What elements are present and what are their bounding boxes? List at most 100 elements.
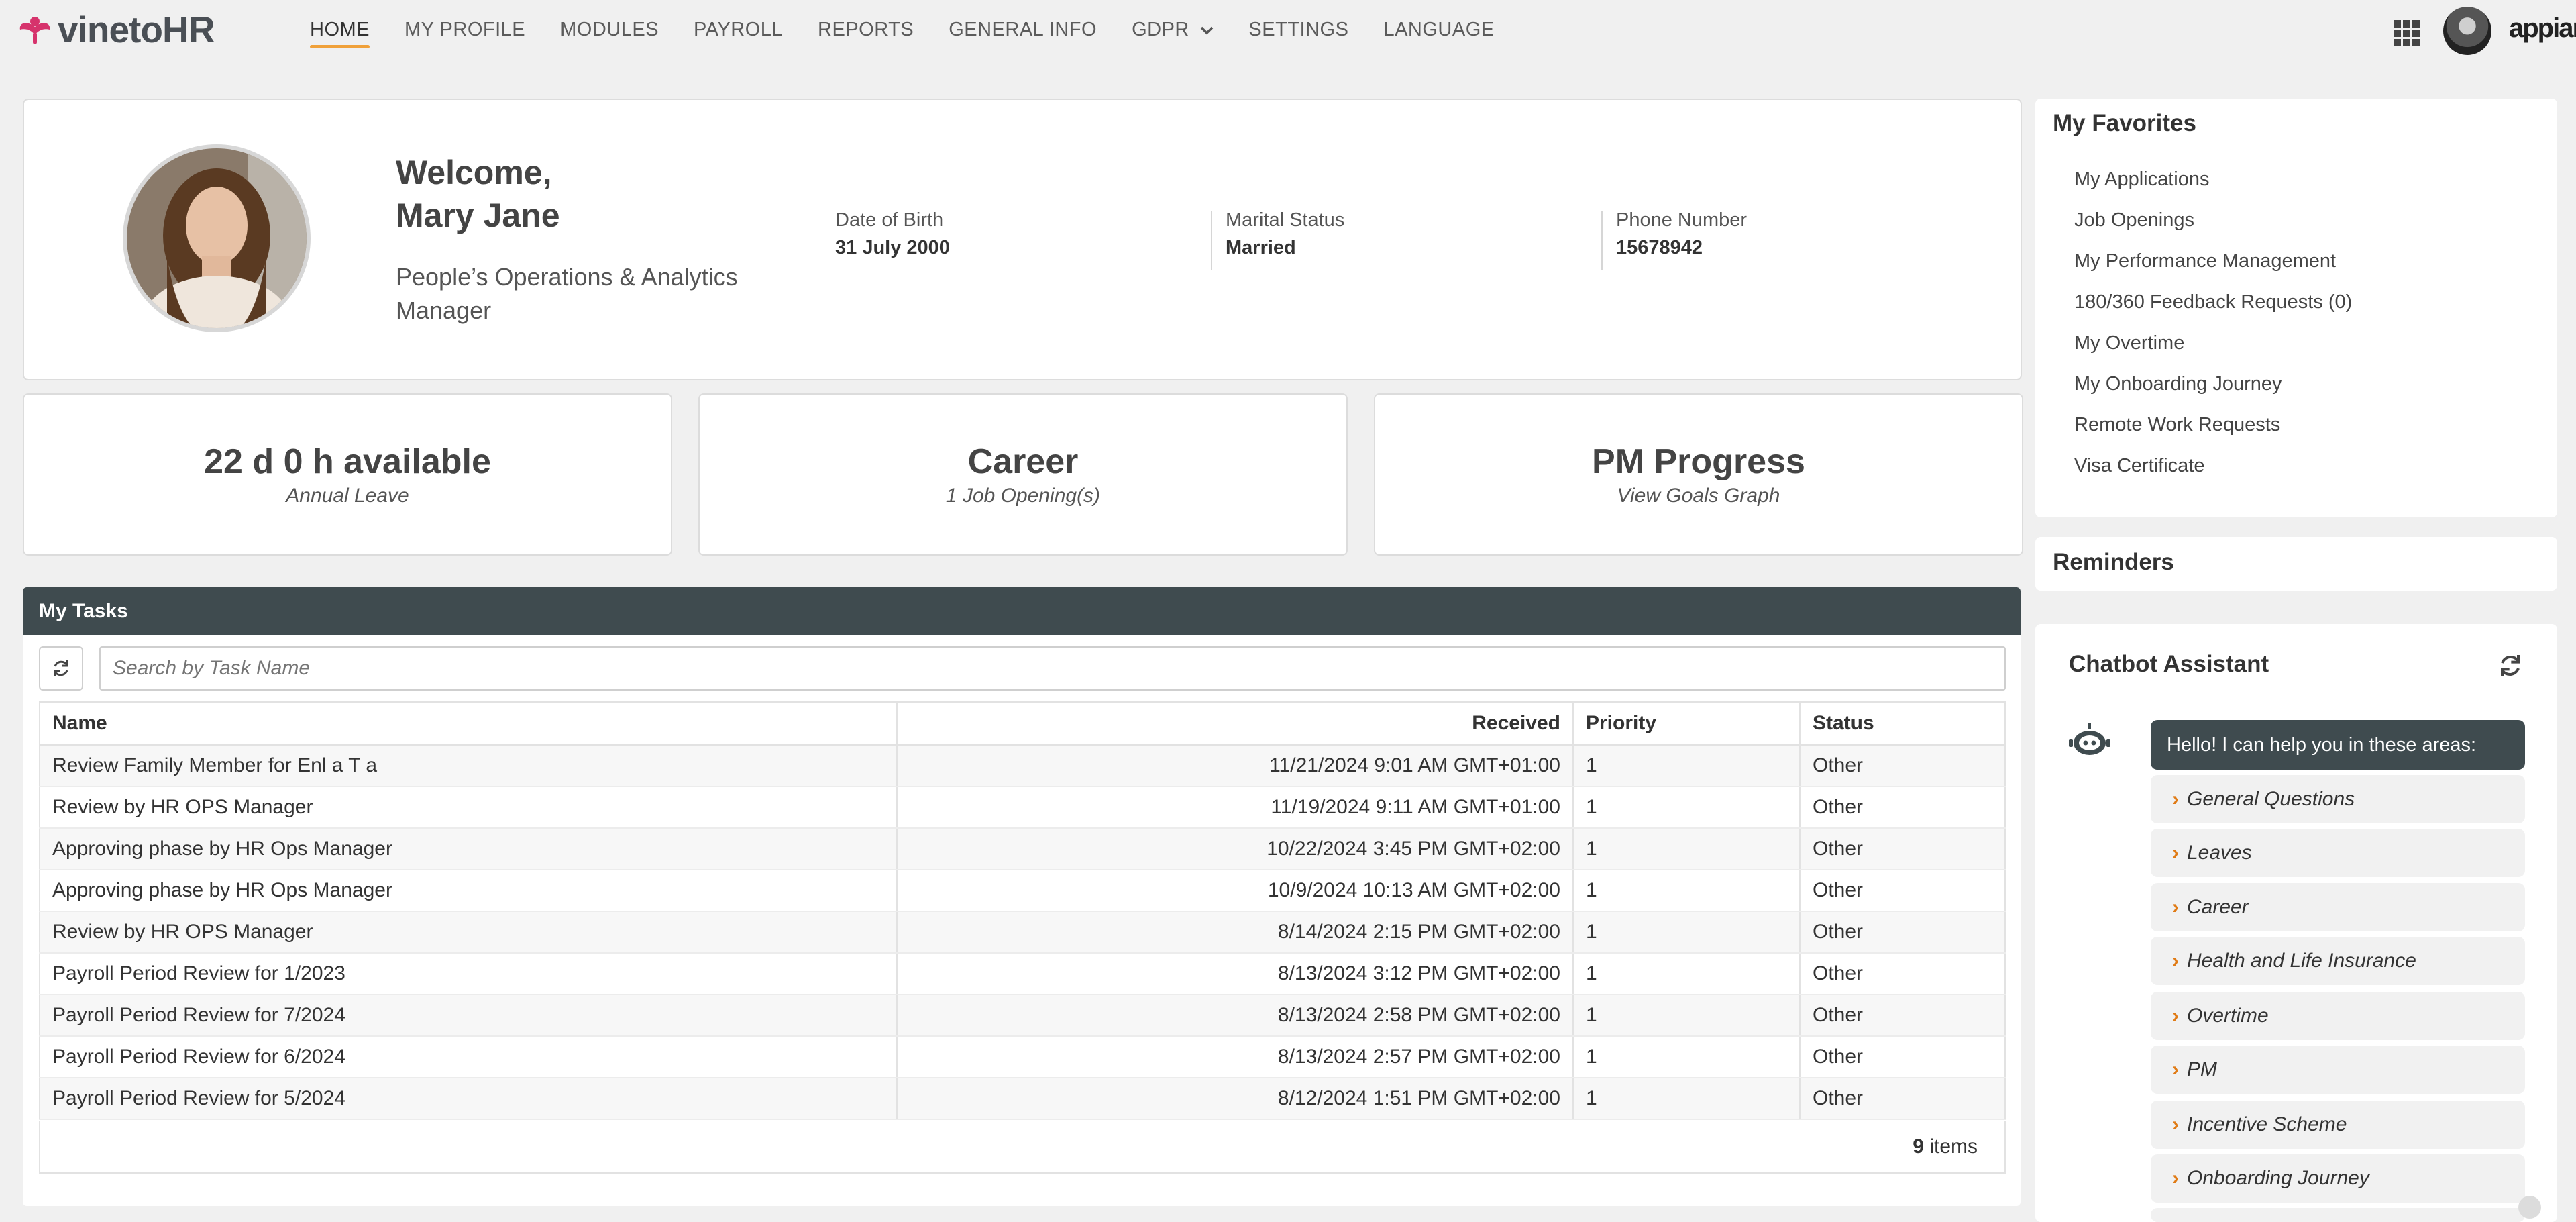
- table-row[interactable]: Review by HR OPS Manager 8/14/2024 2:15 …: [39, 911, 2006, 954]
- pm-progress-card[interactable]: PM Progress View Goals Graph: [1374, 393, 2023, 556]
- column-header-status[interactable]: Status: [1800, 701, 2006, 746]
- favorite-link-remote-work-requests[interactable]: Remote Work Requests: [2074, 409, 2352, 450]
- profile-photo: [123, 144, 311, 332]
- nav-settings[interactable]: SETTINGS: [1231, 16, 1366, 48]
- nav-gdpr[interactable]: GDPR: [1114, 16, 1231, 48]
- chatbot-option-partial[interactable]: [2151, 1208, 2525, 1222]
- chatbot-option[interactable]: › Career: [2151, 883, 2525, 931]
- task-status: Other: [1800, 870, 2006, 912]
- chatbot-option-label: Leaves: [2187, 842, 2252, 864]
- favorite-link-job-openings[interactable]: Job Openings: [2074, 205, 2352, 246]
- career-card[interactable]: Career 1 Job Opening(s): [698, 393, 1348, 556]
- chatbot-option[interactable]: › PM: [2151, 1046, 2525, 1094]
- refresh-icon: [54, 660, 68, 676]
- favorite-link-performance-management[interactable]: My Performance Management: [2074, 246, 2352, 287]
- table-row[interactable]: Payroll Period Review for 5/2024 8/12/20…: [39, 1078, 2006, 1120]
- task-status: Other: [1800, 745, 2006, 787]
- task-name-link[interactable]: Review by HR OPS Manager: [39, 911, 898, 954]
- career-title: Career: [967, 442, 1079, 481]
- nav-general-info[interactable]: GENERAL INFO: [931, 16, 1114, 48]
- pm-progress-title: PM Progress: [1592, 442, 1805, 481]
- favorite-link-feedback-requests[interactable]: 180/360 Feedback Requests (0): [2074, 287, 2352, 327]
- chatbot-option[interactable]: › Overtime: [2151, 992, 2525, 1040]
- task-received: 10/9/2024 10:13 AM GMT+02:00: [897, 870, 1574, 912]
- app-grid-icon[interactable]: [2392, 19, 2422, 48]
- task-status: Other: [1800, 1036, 2006, 1078]
- annual-leave-value: 22 d 0 h available: [204, 442, 491, 481]
- chatbot-option[interactable]: › Leaves: [2151, 829, 2525, 877]
- nav-home[interactable]: HOME: [292, 16, 387, 48]
- table-row[interactable]: Review by HR OPS Manager 11/19/2024 9:11…: [39, 786, 2006, 829]
- table-row[interactable]: Payroll Period Review for 6/2024 8/13/20…: [39, 1036, 2006, 1078]
- chevron-right-icon: ›: [2172, 950, 2179, 972]
- cursor-select-icon[interactable]: [2518, 1196, 2541, 1219]
- chatbot-option[interactable]: › General Questions: [2151, 775, 2525, 823]
- nav-reports[interactable]: REPORTS: [800, 16, 931, 48]
- table-row[interactable]: Approving phase by HR Ops Manager 10/22/…: [39, 828, 2006, 870]
- task-received: 8/12/2024 1:51 PM GMT+02:00: [897, 1078, 1574, 1120]
- refresh-icon[interactable]: [2497, 652, 2524, 679]
- table-row[interactable]: Payroll Period Review for 1/2023 8/13/20…: [39, 953, 2006, 995]
- task-received: 11/21/2024 9:01 AM GMT+01:00: [897, 745, 1574, 787]
- app-logo[interactable]: vinetoHR: [16, 9, 215, 50]
- task-priority: 1: [1573, 911, 1801, 954]
- task-name-link[interactable]: Approving phase by HR Ops Manager: [39, 870, 898, 912]
- chatbot-option-label: Onboarding Journey: [2187, 1167, 2369, 1189]
- task-status: Other: [1800, 1078, 2006, 1120]
- task-priority: 1: [1573, 1078, 1801, 1120]
- task-priority: 1: [1573, 953, 1801, 995]
- tasks-table: Name Received Priority Status Review Fam…: [39, 701, 2006, 1120]
- favorite-link-my-applications[interactable]: My Applications: [2074, 164, 2352, 205]
- column-header-name[interactable]: Name: [39, 701, 898, 746]
- favorite-link-onboarding-journey[interactable]: My Onboarding Journey: [2074, 368, 2352, 409]
- task-priority: 1: [1573, 745, 1801, 787]
- chatbot-option[interactable]: › Incentive Scheme: [2151, 1101, 2525, 1149]
- my-tasks-header: My Tasks: [23, 587, 2021, 635]
- nav-modules[interactable]: MODULES: [543, 16, 676, 48]
- task-name-link[interactable]: Payroll Period Review for 1/2023: [39, 953, 898, 995]
- favorite-link-my-overtime[interactable]: My Overtime: [2074, 327, 2352, 368]
- task-priority: 1: [1573, 870, 1801, 912]
- welcome-text: Welcome,: [396, 154, 552, 191]
- task-status: Other: [1800, 995, 2006, 1037]
- task-name-link[interactable]: Review Family Member for Enl a T a: [39, 745, 898, 787]
- column-header-received[interactable]: Received: [897, 701, 1574, 746]
- refresh-tasks-button[interactable]: [39, 646, 83, 691]
- bot-icon: [2069, 723, 2110, 755]
- welcome-heading: Welcome, Mary Jane: [396, 151, 560, 237]
- favorite-link-visa-certificate[interactable]: Visa Certificate: [2074, 450, 2352, 491]
- chevron-right-icon: ›: [2172, 1005, 2179, 1027]
- column-header-priority[interactable]: Priority: [1573, 701, 1801, 746]
- nav-language[interactable]: LANGUAGE: [1366, 16, 1511, 48]
- table-row[interactable]: Approving phase by HR Ops Manager 10/9/2…: [39, 870, 2006, 912]
- reminders-title[interactable]: Reminders: [2053, 549, 2174, 576]
- task-search-input[interactable]: [99, 646, 2006, 691]
- task-received: 8/13/2024 2:57 PM GMT+02:00: [897, 1036, 1574, 1078]
- logo-flower-icon: [19, 17, 50, 44]
- task-name-link[interactable]: Payroll Period Review for 7/2024: [39, 995, 898, 1037]
- dob-field: Date of Birth 31 July 2000: [835, 209, 950, 259]
- chatbot-option-label: Career: [2187, 896, 2249, 918]
- task-name-link[interactable]: Review by HR OPS Manager: [39, 786, 898, 829]
- favorites-title: My Favorites: [2053, 110, 2196, 136]
- annual-leave-card[interactable]: 22 d 0 h available Annual Leave: [23, 393, 672, 556]
- divider: [1211, 211, 1212, 270]
- user-name: Mary Jane: [396, 197, 560, 234]
- chevron-right-icon: ›: [2172, 1167, 2179, 1189]
- task-status: Other: [1800, 828, 2006, 870]
- chatbot-option[interactable]: › Onboarding Journey: [2151, 1154, 2525, 1203]
- nav-payroll[interactable]: PAYROLL: [676, 16, 800, 48]
- phone-field: Phone Number 15678942: [1616, 209, 1747, 259]
- task-name-link[interactable]: Approving phase by HR Ops Manager: [39, 828, 898, 870]
- task-name-link[interactable]: Payroll Period Review for 6/2024: [39, 1036, 898, 1078]
- table-row[interactable]: Review Family Member for Enl a T a 11/21…: [39, 745, 2006, 787]
- table-row[interactable]: Payroll Period Review for 7/2024 8/13/20…: [39, 995, 2006, 1037]
- task-name-link[interactable]: Payroll Period Review for 5/2024: [39, 1078, 898, 1120]
- chatbot-option[interactable]: › Health and Life Insurance: [2151, 937, 2525, 985]
- user-avatar[interactable]: [2443, 7, 2491, 55]
- nav-my-profile[interactable]: MY PROFILE: [387, 16, 543, 48]
- chevron-down-icon: [1201, 27, 1214, 35]
- task-status: Other: [1800, 786, 2006, 829]
- task-priority: 1: [1573, 1036, 1801, 1078]
- profile-photo-image: [127, 148, 307, 328]
